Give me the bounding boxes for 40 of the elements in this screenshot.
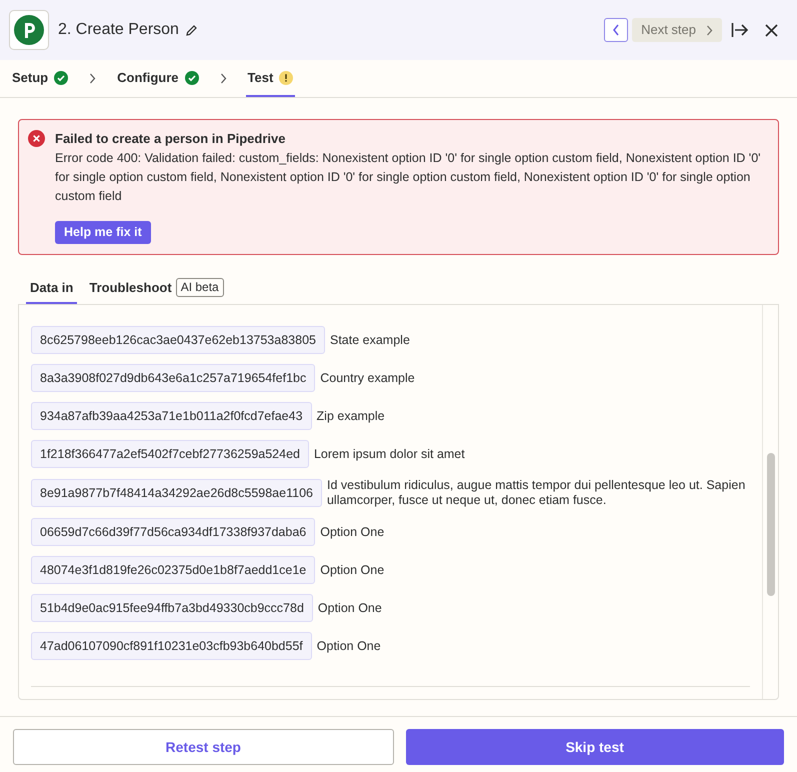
field-value: State example <box>330 332 410 348</box>
field-value: Option One <box>320 524 384 540</box>
collapse-panel-icon[interactable] <box>731 22 749 38</box>
field-key: 48074e3f1d819fe26c02375d0e1b8f7aedd1ce1e <box>31 556 316 584</box>
field-key: 8e91a9877b7f48414a34292ae26d8c5598ae1106 <box>31 479 322 507</box>
close-icon[interactable] <box>765 24 778 36</box>
beta-badge: AI beta <box>176 278 224 297</box>
field-value: Zip example <box>316 408 385 424</box>
field-value: Option One <box>318 600 382 616</box>
field-key: 06659d7c66d39f77d56ca934df17338f937daba6 <box>31 518 316 546</box>
skip-test-button[interactable]: Skip test <box>406 729 784 765</box>
pencil-icon[interactable] <box>184 24 198 36</box>
panel-tab[interactable]: Troubleshoot AI beta <box>85 273 228 304</box>
field-value: Option One <box>320 562 384 578</box>
field-value: Country example <box>320 370 415 386</box>
error-icon <box>28 130 45 147</box>
scrollbar-thumb[interactable] <box>766 453 774 596</box>
chevron-right-icon <box>89 73 96 84</box>
retest-step-button[interactable]: Retest step <box>13 729 394 765</box>
field-key: 8c625798eeb126cac3ae0437e62eb13753a83805 <box>31 326 325 354</box>
previous-step-button[interactable] <box>604 18 628 42</box>
field-value: Id vestibulum ridiculus, augue mattis tempor dui pellentesque leo ut. Sapien ullamcorper, fusce ut neque ut, donec etiam fusce. <box>326 478 746 508</box>
step-tab[interactable]: Setup <box>10 60 70 97</box>
field-key: 47ad06107090cf891f10231e03cfb93b640bd55f <box>31 632 312 660</box>
panel-tab[interactable]: Data in <box>26 273 78 304</box>
help-me-fix-it-button[interactable]: Help me fix it <box>55 221 151 244</box>
field-value: Option One <box>316 638 381 654</box>
field-key: 8a3a3908f027d9db643e6a1c257a719654fef1bc <box>31 364 316 392</box>
error-message: Error code 400: Validation failed: custom_fields: Nonexistent option ID '0' for single option custom field, Nonexistent option ID '0' for single option custom field, Nonexistent option ID '0' for single option custom field, Nonexistent option ID '0' for single option custom field <box>55 150 762 205</box>
step-title: 2. Create Person <box>58 20 179 40</box>
step-tab[interactable]: Configure <box>115 60 201 97</box>
field-value: Lorem ipsum dolor sit amet <box>314 446 465 462</box>
field-key: 934a87afb39aa4253a71e1b011a2f0fcd7efae43 <box>31 402 312 430</box>
chevron-right-icon <box>220 73 227 84</box>
chevron-right-icon <box>706 24 713 36</box>
step-tab[interactable]: Test <box>246 60 296 97</box>
field-key: 1f218f366477a2ef5402f7cebf27736259a524ed <box>31 440 309 468</box>
chevron-left-icon <box>612 24 620 36</box>
field-key: 51b4d9e0ac915fee94ffb7a3bd49330cb9ccc78d <box>31 594 313 622</box>
error-title: Failed to create a person in Pipedrive <box>55 130 286 148</box>
